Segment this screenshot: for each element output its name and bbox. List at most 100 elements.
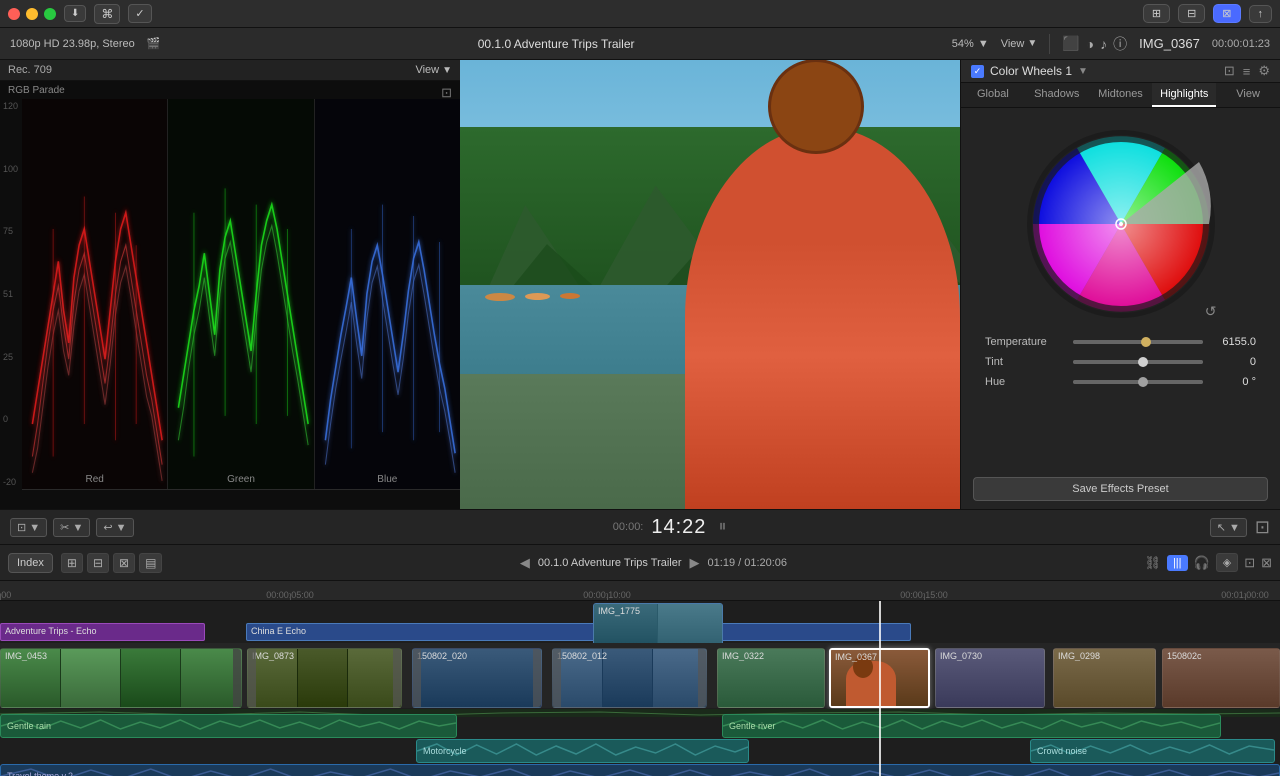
inspector-menu-icon[interactable]: ≡	[1243, 64, 1251, 79]
panels-row: Rec. 709 View ▼ RGB Parade ⊡ 120 100 75 …	[0, 60, 1280, 509]
audio-icon[interactable]: ♪	[1100, 36, 1107, 52]
hue-label: Hue	[985, 376, 1065, 388]
clip-view-btn-3[interactable]: ⊠	[113, 553, 135, 573]
minimize-icon-btn[interactable]: ⬇	[64, 5, 86, 22]
scene-person-container	[685, 60, 960, 509]
audio-travel-theme[interactable]: Travel theme v.2	[0, 764, 1280, 776]
wheel-reset-button[interactable]: ↺	[1205, 303, 1217, 320]
clip-img0298[interactable]: IMG_0298	[1053, 648, 1156, 708]
share-btn[interactable]: ↑	[1249, 5, 1273, 23]
inspector-timecode: 00:00:01:23	[1212, 38, 1270, 50]
broll-label: IMG_1775	[598, 606, 640, 616]
inspector-icons: ⬛ ◑ ♪ ⓘ	[1062, 34, 1127, 54]
chain-icon[interactable]: ⛓	[1144, 555, 1161, 571]
layout-btn-1[interactable]: ⊞	[1143, 4, 1170, 23]
transport-left: ⊡ ▼ ✂ ▼ ↩ ▼	[10, 518, 134, 537]
color-tabs: Global Shadows Midtones Highlights View	[961, 83, 1280, 108]
red-channel: Red	[22, 99, 168, 489]
clip-view-btn-2[interactable]: ⊟	[87, 553, 109, 573]
color-board-icon[interactable]: ◑	[1086, 36, 1094, 52]
index-button[interactable]: Index	[8, 553, 53, 573]
color-wheel-container[interactable]: ↺	[1021, 124, 1221, 324]
main-clips-row: IMG_0453 IMG_0873	[0, 643, 1280, 708]
scale-markers: 120 100 75 51 25 0 -20	[0, 99, 22, 489]
clip-view-btn-4[interactable]: ▤	[139, 553, 162, 573]
travel-theme-label: Travel theme v.2	[7, 771, 73, 776]
color-wheel-svg	[1021, 124, 1221, 324]
color-wheel-area: ↺ Temperature 6155.0 Tint	[961, 108, 1280, 469]
timecode-prefix: 00:00:	[613, 521, 644, 533]
clip-150802c[interactable]: 150802c	[1162, 648, 1280, 708]
headphones-icon[interactable]: 🎧	[1194, 555, 1210, 571]
minimize-button[interactable]	[26, 8, 38, 20]
clip-label-150802c: 150802c	[1167, 651, 1202, 661]
timeline-right-tools: ⛓ ||| 🎧 ◈ ⊡ ⊠	[1144, 553, 1272, 572]
tab-view[interactable]: View	[1216, 83, 1280, 107]
color-wheels-title: Color Wheels 1	[990, 64, 1072, 78]
timeline-settings-icon[interactable]: ⊠	[1261, 555, 1272, 571]
transport-bar: ⊡ ▼ ✂ ▼ ↩ ▼ 00:00: 14:22 ⏸ ↖ ▼ ⊡	[0, 509, 1280, 545]
story-clip-adventure[interactable]: Adventure Trips - Echo	[0, 623, 205, 641]
person-body	[685, 127, 960, 509]
clip-img0873[interactable]: IMG_0873	[247, 648, 402, 708]
tab-highlights[interactable]: Highlights	[1152, 83, 1216, 107]
audio-row-3: Travel theme v.2	[0, 764, 1280, 776]
gentle-river-label: Gentle river	[729, 721, 776, 731]
audio-solo-btn[interactable]: ◈	[1216, 553, 1238, 572]
timeline-project-label: 00.1.0 Adventure Trips Trailer	[538, 557, 682, 569]
red-label: Red	[85, 474, 103, 485]
timeline-container: 00:00 00:00:05:00 00:00:10:00 00:00:15:0…	[0, 581, 1280, 776]
temperature-value: 6155.0	[1211, 336, 1256, 348]
zoom-control[interactable]: 54% ▼	[952, 38, 989, 50]
inspector-header-top: ✓ Color Wheels 1 ▼ ⊡ ≡ ⚙	[961, 60, 1280, 83]
right-panel: ✓ Color Wheels 1 ▼ ⊡ ≡ ⚙ Global Shadows …	[960, 60, 1280, 509]
clip-img0453[interactable]: IMG_0453	[0, 648, 242, 708]
hue-slider[interactable]	[1073, 380, 1203, 384]
transport-right: ↖ ▼ ⊡	[1210, 517, 1270, 538]
audio-crowd-noise[interactable]: Crowd noise	[1030, 739, 1275, 763]
view-button[interactable]: View ▼	[1001, 38, 1038, 50]
tab-global[interactable]: Global	[961, 83, 1025, 107]
fullscreen-btn[interactable]: ⊡	[1255, 517, 1270, 538]
timeline-nav-next[interactable]: ▶	[690, 555, 700, 571]
layout-btn-2[interactable]: ⊟	[1178, 4, 1205, 23]
clip-view-icon[interactable]: ⊡	[1244, 555, 1255, 571]
layout-view-btn[interactable]: ⊡ ▼	[10, 518, 47, 537]
check-button[interactable]: ✓	[128, 4, 151, 23]
layout-btn-3[interactable]: ⊠	[1213, 4, 1240, 23]
info-icon[interactable]: ⓘ	[1113, 34, 1127, 54]
filmstrip-icon[interactable]: ⬛	[1062, 35, 1079, 52]
maximize-button[interactable]	[44, 8, 56, 20]
color-wheels-chevron[interactable]: ▼	[1078, 66, 1088, 77]
clip-view-btn-1[interactable]: ⊞	[61, 553, 83, 573]
tab-shadows[interactable]: Shadows	[1025, 83, 1089, 107]
rgb-parade-label: RGB Parade	[8, 85, 65, 96]
audio-gentle-river[interactable]: Gentle river	[722, 714, 1221, 738]
clip-img0322[interactable]: IMG_0322	[717, 648, 825, 708]
tool-btn-2[interactable]: ✂ ▼	[53, 518, 90, 537]
tab-midtones[interactable]: Midtones	[1089, 83, 1153, 107]
color-wheels-checkbox[interactable]: ✓	[971, 65, 984, 78]
inspector-expand-icon[interactable]: ⊡	[1224, 63, 1235, 79]
story-clip-china[interactable]: China E Echo	[246, 623, 911, 641]
close-button[interactable]	[8, 8, 20, 20]
scope-view-button[interactable]: View ▼	[415, 64, 452, 76]
audio-gentle-rain[interactable]: Gentle rain	[0, 714, 457, 738]
temperature-slider[interactable]	[1073, 340, 1203, 344]
tool-select-btn[interactable]: ↖ ▼	[1210, 518, 1247, 537]
save-effects-preset-button[interactable]: Save Effects Preset	[973, 477, 1268, 501]
magnetic-btn[interactable]: |||	[1167, 555, 1188, 571]
tool-btn-3[interactable]: ↩ ▼	[96, 518, 133, 537]
temperature-label: Temperature	[985, 336, 1065, 348]
inspector-settings-icon[interactable]: ⚙	[1258, 63, 1270, 79]
tint-slider[interactable]	[1073, 360, 1203, 364]
traffic-lights	[8, 8, 56, 20]
playhead[interactable]	[879, 601, 881, 776]
clip-img0730[interactable]: IMG_0730	[935, 648, 1045, 708]
clip-150802020[interactable]: 150802_020	[412, 648, 542, 708]
audio-motorcycle[interactable]: Motorcycle	[416, 739, 749, 763]
timeline-nav-prev[interactable]: ◀	[520, 555, 530, 571]
timecode-display: 14:22	[651, 516, 706, 539]
key-button[interactable]: ⌘	[94, 4, 120, 24]
clip-150802012[interactable]: 150802_012	[552, 648, 707, 708]
